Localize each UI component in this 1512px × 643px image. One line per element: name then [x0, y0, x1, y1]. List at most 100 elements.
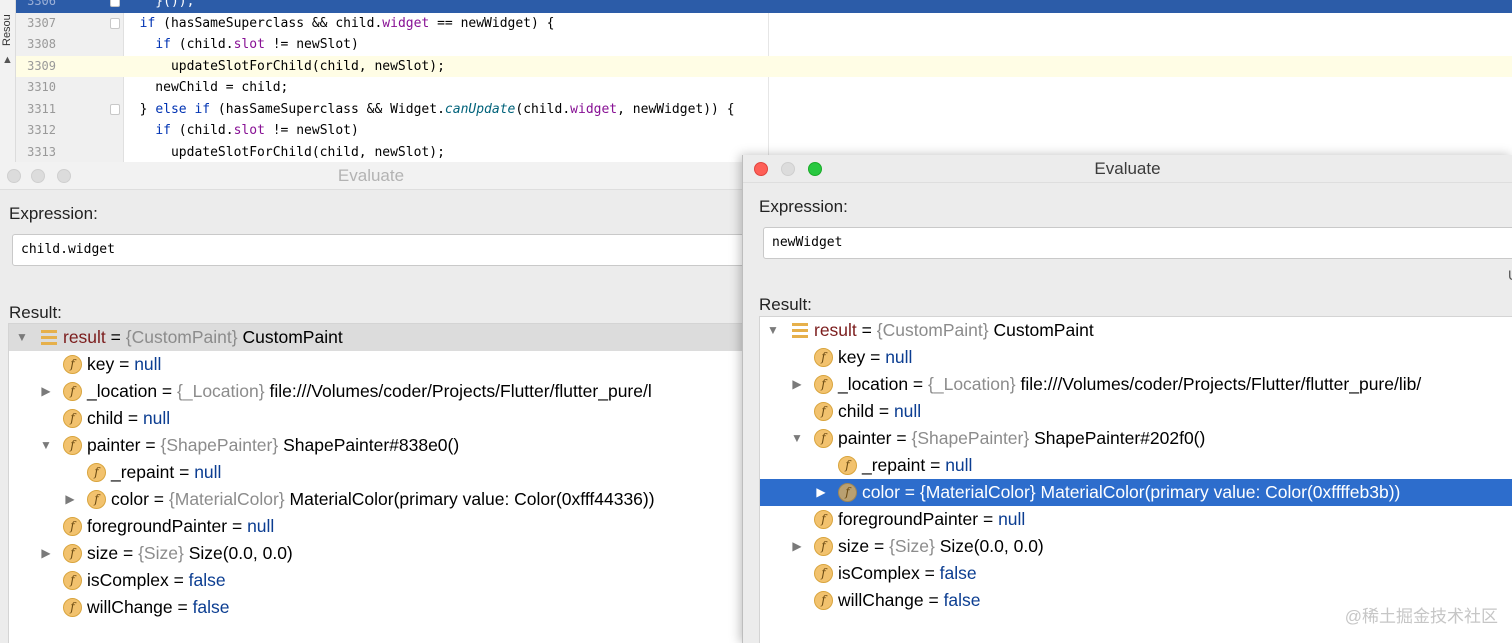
- field-type: {Size}: [138, 543, 184, 563]
- tree-row-size[interactable]: ▶ f size = {Size} Size(0.0, 0.0): [9, 540, 742, 567]
- code-line[interactable]: 3310 newChild = child;: [16, 77, 1512, 99]
- field-literal-value: null: [247, 516, 275, 536]
- code-line[interactable]: 3312 if (child.slot != newSlot): [16, 120, 1512, 142]
- expression-input[interactable]: newWidget: [763, 227, 1512, 259]
- code-token: , newWidget)) {: [617, 101, 735, 117]
- tree-row-color[interactable]: ▶ f color = {MaterialColor} MaterialColor(…: [9, 486, 742, 513]
- field-icon: f: [87, 490, 106, 509]
- field-value: MaterialColor(primary value: Color(0xfff…: [1040, 482, 1401, 502]
- window-titlebar[interactable]: Evaluate: [743, 155, 1512, 183]
- tree-row-text: result = {CustomPaint} CustomPaint: [814, 320, 1094, 340]
- line-number: 3306: [27, 0, 56, 8]
- tree-row-text: foregroundPainter = null: [838, 509, 1026, 529]
- code-line[interactable]: 3308 if (child.slot != newSlot): [16, 34, 1512, 56]
- result-tree[interactable]: ▼ result = {CustomPaint} CustomPaint f key …: [8, 323, 742, 643]
- field-name: painter: [87, 435, 141, 455]
- tree-row-key[interactable]: f key = null: [760, 344, 1512, 371]
- code-line[interactable]: 3307 if (hasSameSuperclass && child.widg…: [16, 13, 1512, 35]
- field-icon: f: [87, 463, 106, 482]
- code-line[interactable]: 3309 updateSlotForChild(child, newSlot);: [16, 55, 1512, 77]
- structure-icon[interactable]: ▲: [2, 54, 13, 66]
- fold-marker-icon[interactable]: [110, 103, 120, 115]
- field-literal-value: false: [192, 597, 230, 617]
- tree-row-text: painter = {ShapePainter} ShapePainter#20…: [838, 428, 1206, 448]
- code-token: if: [155, 37, 171, 52]
- code-token: (child.: [170, 37, 234, 52]
- field-value: MaterialColor(primary value: Color(0xfff…: [289, 489, 655, 509]
- code-editor[interactable]: Resou ▲ 3306 }()); 3307 if (hasSameSuperc…: [0, 0, 1512, 170]
- tree-row-text: size = {Size} Size(0.0, 0.0): [838, 536, 1044, 556]
- tree-row-repaint[interactable]: f _repaint = null: [760, 452, 1512, 479]
- field-icon: f: [63, 571, 82, 590]
- field-value: CustomPaint: [993, 320, 1094, 340]
- tree-row-result[interactable]: ▼ result = {CustomPaint} CustomPaint: [9, 324, 742, 351]
- field-name: color: [111, 489, 149, 509]
- line-number: 3313: [27, 144, 56, 159]
- code-token: (child.: [170, 123, 234, 138]
- field-value: file:///Volumes/coder/Projects/Flutter/f…: [1020, 374, 1422, 394]
- expanded-arrow-icon[interactable]: ▼: [766, 317, 780, 344]
- window-titlebar[interactable]: Evaluate: [0, 162, 742, 190]
- tree-row-isComplex[interactable]: f isComplex = false: [760, 560, 1512, 587]
- field-name: willChange: [87, 597, 173, 617]
- field-value: ShapePainter#202f0(): [1034, 428, 1206, 448]
- tree-row-color[interactable]: ▶ f color = {MaterialColor} MaterialColor(…: [760, 479, 1512, 506]
- tree-row-text: _location = {_Location} file:///Volumes/…: [838, 374, 1422, 394]
- field-type: {MaterialColor}: [168, 489, 285, 509]
- tree-row-text: willChange = false: [87, 597, 230, 617]
- expression-input[interactable]: child.widget: [12, 234, 742, 266]
- tree-row-child[interactable]: f child = null: [9, 405, 742, 432]
- tool-window-strip[interactable]: Resou ▲: [0, 0, 16, 170]
- collapsed-arrow-icon[interactable]: ▶: [814, 479, 828, 506]
- expanded-arrow-icon[interactable]: ▼: [39, 432, 53, 459]
- tree-row-isComplex[interactable]: f isComplex = false: [9, 567, 742, 594]
- code-token: widget: [382, 15, 430, 31]
- tree-row-repaint[interactable]: f _repaint = null: [9, 459, 742, 486]
- field-literal-value: false: [939, 563, 977, 583]
- tree-row-text: key = null: [838, 347, 913, 367]
- tree-row-foregroundPainter[interactable]: f foregroundPainter = null: [760, 506, 1512, 533]
- code-text: } else if (hasSameSuperclass && Widget.c…: [124, 99, 735, 121]
- tree-row-child[interactable]: f child = null: [760, 398, 1512, 425]
- collapsed-arrow-icon[interactable]: ▶: [39, 540, 53, 567]
- expanded-arrow-icon[interactable]: ▼: [790, 425, 804, 452]
- result-icon: [41, 330, 57, 345]
- tree-row-location[interactable]: ▶ f _location = {_Location} file:///Volume…: [9, 378, 742, 405]
- collapsed-arrow-icon[interactable]: ▶: [790, 371, 804, 398]
- collapsed-arrow-icon[interactable]: ▶: [790, 533, 804, 560]
- fold-marker-icon[interactable]: [110, 17, 120, 29]
- tree-row-key[interactable]: f key = null: [9, 351, 742, 378]
- field-icon: f: [814, 429, 833, 448]
- collapsed-arrow-icon[interactable]: ▶: [39, 378, 53, 405]
- field-icon: f: [63, 598, 82, 617]
- code-token: if: [139, 15, 156, 31]
- fold-marker-icon[interactable]: [110, 0, 120, 7]
- window-title: Evaluate: [337, 166, 405, 185]
- tree-row-painter[interactable]: ▼ f painter = {ShapePainter} ShapePainter#…: [9, 432, 742, 459]
- tree-row-size[interactable]: ▶ f size = {Size} Size(0.0, 0.0): [760, 533, 1512, 560]
- tree-row-location[interactable]: ▶ f _location = {_Location} file:///Volume…: [760, 371, 1512, 398]
- resources-tab-label[interactable]: Resou: [1, 2, 15, 46]
- field-value: CustomPaint: [242, 327, 343, 347]
- expanded-arrow-icon[interactable]: ▼: [15, 324, 29, 351]
- tree-row-foregroundPainter[interactable]: f foregroundPainter = null: [9, 513, 742, 540]
- result-tree[interactable]: ▼ result = {CustomPaint} CustomPaint f key …: [759, 316, 1512, 643]
- tree-row-painter[interactable]: ▼ f painter = {ShapePainter} ShapePainter#…: [760, 425, 1512, 452]
- tree-row-willChange[interactable]: f willChange = false: [9, 594, 742, 621]
- field-name: child: [87, 408, 123, 428]
- field-literal-value: false: [188, 570, 226, 590]
- code-token: == newWidget) {: [429, 15, 555, 31]
- field-value: file:///Volumes/coder/Projects/Flutter/f…: [269, 381, 652, 401]
- field-name: key: [838, 347, 866, 367]
- tree-row-text: result = {CustomPaint} CustomPaint: [63, 327, 343, 347]
- code-text: updateSlotForChild(child, newSlot);: [124, 58, 445, 74]
- tree-row-result[interactable]: ▼ result = {CustomPaint} CustomPaint: [760, 317, 1512, 344]
- field-icon: f: [63, 436, 82, 455]
- evaluate-window-left: Evaluate Expression: child.widget Result…: [0, 162, 742, 643]
- code-token: != newSlot): [264, 37, 359, 52]
- code-line[interactable]: 3311 } else if (hasSameSuperclass && Wid…: [16, 99, 1512, 121]
- code-line[interactable]: 3306 }());: [16, 0, 1512, 13]
- collapsed-arrow-icon[interactable]: ▶: [63, 486, 77, 513]
- field-name: painter: [838, 428, 892, 448]
